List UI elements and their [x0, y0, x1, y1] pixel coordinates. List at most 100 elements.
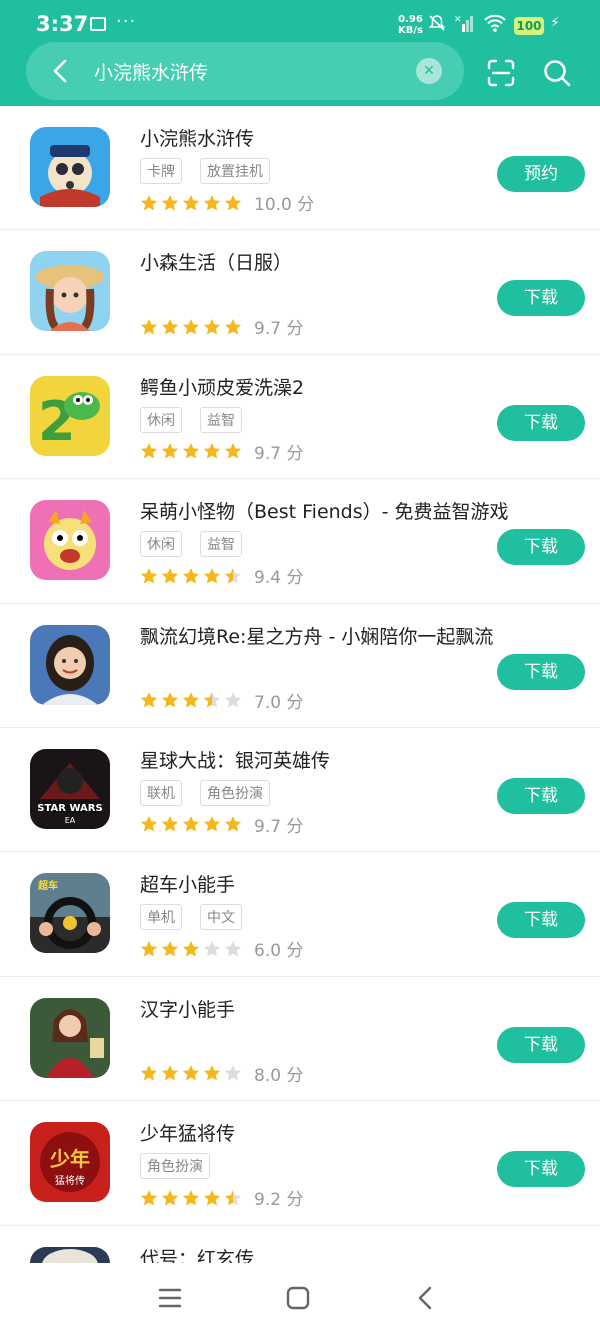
woman-red-dress-icon[interactable] [30, 997, 110, 1078]
app-list-item[interactable]: STAR WARS EA 星球大战：银河英雄传 联机 角色扮演 9.7 分 下载 [0, 728, 600, 853]
search-results-list: 小浣熊水浒传 卡牌 放置挂机 10.0 分预约 小森生活（日服） 9.7 分下载 2 鳄鱼小顽… [0, 106, 600, 1263]
app-name[interactable]: 星球大战：银河英雄传 [140, 746, 330, 773]
download-button[interactable]: 下载 [497, 404, 585, 441]
rating-star [161, 443, 179, 459]
more-notifications-icon: ··· [116, 11, 137, 32]
back-arrow-icon[interactable] [46, 56, 76, 86]
rating-star [140, 1189, 158, 1206]
app-tag: 单机 [140, 904, 182, 931]
star-wars-icon[interactable]: STAR WARS EA [30, 748, 110, 829]
app-rating: 10.0 分 [140, 190, 314, 215]
download-button[interactable]: 下载 [497, 1026, 585, 1063]
svg-text:超车: 超车 [37, 879, 58, 892]
girl-straw-hat-icon[interactable] [30, 251, 110, 332]
rating-score: 9.2 分 [254, 1190, 304, 1211]
app-name[interactable]: 鳄鱼小顽皮爱洗澡2 [140, 373, 304, 400]
rating-star [203, 940, 221, 957]
app-name[interactable]: 小浣熊水浒传 [140, 124, 254, 151]
rating-star [224, 443, 242, 459]
rating-stars [140, 691, 242, 709]
warrior-logo-icon[interactable]: 少年猛将传 [30, 1122, 110, 1203]
app-name[interactable]: 超车小能手 [140, 870, 235, 897]
rating-star [224, 1189, 242, 1206]
app-name[interactable]: 呆萌小怪物（Best Fiends）- 免费益智游戏 [140, 497, 509, 524]
rating-star [203, 567, 221, 584]
app-rating: 8.0 分 [140, 1061, 303, 1086]
rating-star [203, 816, 221, 832]
app-tag: 放置挂机 [200, 158, 270, 184]
download-button[interactable]: 下载 [497, 529, 585, 566]
rating-star [140, 443, 158, 459]
search-bar[interactable]: 小浣熊水浒传 ✕ [26, 42, 464, 100]
crocodile-icon[interactable]: 2 [30, 375, 110, 456]
status-icons: ✕ [428, 13, 506, 33]
network-speed-unit: KB/s [398, 25, 423, 36]
rating-stars [140, 1064, 242, 1082]
raccoon-hero-icon[interactable] [30, 127, 110, 207]
app-list-item[interactable]: 小浣熊水浒传 卡牌 放置挂机 10.0 分 预约 [0, 106, 600, 231]
rating-stars [140, 940, 242, 958]
app-list-item[interactable]: 汉字小能手 8.0 分 下载 [0, 977, 600, 1102]
download-button[interactable]: 下载 [497, 280, 585, 317]
rating-star [224, 816, 242, 832]
app-tag: 联机 [140, 779, 182, 806]
svg-text:猛将传: 猛将传 [55, 1175, 85, 1187]
app-list-item[interactable]: 2 鳄鱼小顽皮爱洗澡2 休闲 益智 9.7 分 下载 [0, 355, 600, 480]
reserve-button[interactable]: 预约 [497, 156, 585, 192]
rating-score: 9.7 分 [254, 816, 304, 837]
rating-star [161, 816, 179, 832]
app-tag: 角色扮演 [140, 1153, 210, 1180]
search-input[interactable]: 小浣熊水浒传 [94, 58, 208, 85]
pink-monster-icon[interactable] [30, 500, 110, 581]
svg-text:✕: ✕ [454, 15, 462, 25]
rating-star [140, 1065, 158, 1081]
app-rating: 9.7 分 [140, 439, 303, 464]
app-tags: 休闲 益智 [140, 406, 242, 433]
app-list-item[interactable]: 代号：红玄传 [0, 1226, 600, 1263]
rating-star [182, 692, 200, 708]
back-icon[interactable] [411, 1283, 441, 1313]
download-button[interactable]: 下载 [497, 777, 585, 814]
app-list-item[interactable]: 飘流幻境Re:星之方舟 - 小娴陪你一起飘流 7.0 分 下载 [0, 604, 600, 728]
rating-star [140, 567, 158, 584]
download-button[interactable]: 下载 [497, 902, 585, 939]
woman-portrait-icon[interactable] [30, 624, 110, 705]
rating-star [182, 318, 200, 335]
clear-search-button[interactable]: ✕ [416, 58, 442, 84]
rating-star [140, 692, 158, 708]
app-tag: 益智 [200, 406, 242, 433]
app-name[interactable]: 小森生活（日服） [140, 248, 292, 275]
rating-stars [140, 567, 242, 585]
home-icon[interactable] [283, 1283, 313, 1313]
menu-icon[interactable] [155, 1283, 185, 1313]
app-name[interactable]: 少年猛将传 [140, 1119, 235, 1146]
rating-star [182, 443, 200, 459]
app-name[interactable]: 飘流幻境Re:星之方舟 - 小娴陪你一起飘流 [140, 622, 493, 649]
rating-score: 9.7 分 [254, 319, 304, 340]
search-icon[interactable] [542, 58, 572, 88]
rating-stars [140, 815, 242, 833]
status-bar: 3:37 ··· 0.96 KB/s ✕ 100 ⚡ [0, 0, 600, 42]
rating-star [182, 1065, 200, 1081]
app-name[interactable]: 汉字小能手 [140, 995, 235, 1022]
steering-wheel-icon[interactable]: 超车 [30, 873, 110, 954]
rating-star [161, 940, 179, 957]
app-tags: 休闲 益智 [140, 531, 242, 558]
rating-star [161, 692, 179, 708]
app-list-item[interactable]: 超车 超车小能手 单机 中文 6.0 分 下载 [0, 852, 600, 977]
app-rating: 9.7 分 [140, 812, 303, 837]
network-speed-value: 0.96 [398, 14, 423, 25]
app-list-item[interactable]: 少年 猛将传 少年猛将传 角色扮演 9.2 分下载 [0, 1101, 600, 1226]
app-list-item[interactable]: 呆萌小怪物（Best Fiends）- 免费益智游戏 休闲 益智 9.4 分 下载 [0, 479, 600, 604]
scan-icon[interactable] [486, 58, 516, 88]
app-rating: 9.4 分 [140, 563, 303, 588]
rating-star [182, 567, 200, 584]
download-button[interactable]: 下载 [497, 653, 585, 690]
app-list-item[interactable]: 小森生活（日服） 9.7 分 下载 [0, 230, 600, 355]
rating-star [140, 816, 158, 832]
app-name[interactable]: 代号：红玄传 [140, 1244, 254, 1263]
download-button[interactable]: 下载 [497, 1151, 585, 1188]
rating-star [224, 567, 242, 584]
partial-icon[interactable] [30, 1246, 110, 1263]
app-rating: 7.0 分 [140, 688, 303, 713]
